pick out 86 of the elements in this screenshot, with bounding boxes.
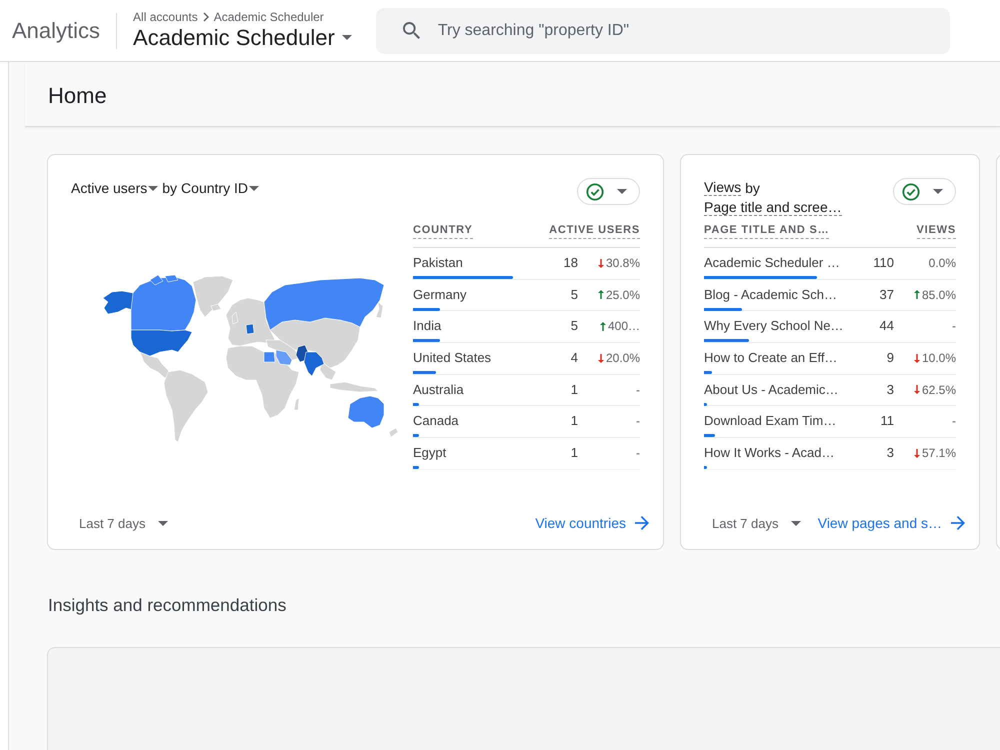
view-report-link[interactable]: View pages and s… — [818, 515, 965, 531]
caret-icon — [790, 520, 800, 526]
metric-label: Views — [704, 179, 742, 196]
table-cell: 5 — [570, 319, 578, 334]
caret-icon — [248, 186, 259, 190]
down-arrow-icon — [598, 354, 604, 363]
table-cell: 9 — [886, 351, 894, 366]
caret-icon — [342, 35, 352, 40]
title-connector: by — [162, 179, 178, 198]
caret-icon — [148, 186, 158, 190]
table-cell: 57.1% — [922, 446, 956, 460]
chevron-right-icon — [202, 12, 209, 22]
caret-icon — [158, 520, 168, 526]
table-cell: India — [413, 319, 442, 334]
page-title: Home — [48, 82, 107, 110]
table-cell: 10.0% — [922, 351, 956, 366]
table-cell: 62.5% — [922, 382, 956, 397]
table-cell: 0.0% — [928, 256, 956, 270]
date-range-dropdown[interactable]: Last 7 days — [704, 510, 808, 536]
search-icon — [402, 22, 420, 39]
table-cell: - — [952, 319, 956, 334]
column-header: COUNTRY — [413, 224, 473, 239]
table-cell: How It Works - Acad… — [704, 446, 835, 460]
table-cell: Pakistan — [413, 256, 463, 270]
table-cell: 1 — [570, 414, 578, 428]
table-cell: Canada — [413, 414, 459, 428]
column-header: VIEWS — [916, 224, 956, 239]
dimension-label: Page title and scree… — [704, 199, 842, 216]
down-arrow-icon — [914, 448, 920, 458]
table-cell: Download Exam Tim… — [704, 414, 836, 428]
table-cell: - — [636, 446, 640, 460]
table-cell: 18 — [564, 256, 578, 270]
arrow-right-icon — [635, 516, 649, 530]
table-cell: 3 — [886, 382, 894, 397]
dimension-dropdown[interactable]: Country ID — [181, 178, 259, 198]
table-cell: Why Every School Ne… — [704, 319, 844, 334]
property-selector[interactable]: Academic Scheduler — [133, 24, 352, 52]
table-cell: 3 — [886, 446, 894, 460]
table-cell: 1 — [570, 446, 578, 460]
table-cell: 11 — [880, 414, 894, 428]
table-cell: 25.0% — [606, 288, 640, 302]
up-arrow-icon — [600, 322, 606, 331]
table-cell: 110 — [873, 256, 894, 270]
table-cell: 4 — [570, 351, 578, 366]
title-connector: by — [745, 179, 760, 198]
caret-icon — [617, 189, 627, 194]
table-cell: United States — [413, 351, 492, 366]
check-circle-icon — [902, 182, 920, 200]
table-cell: 400… — [608, 319, 640, 334]
up-arrow-icon — [914, 290, 920, 300]
table-cell: - — [952, 414, 956, 428]
check-circle-icon — [586, 182, 604, 200]
table-cell: - — [636, 414, 640, 428]
table-cell: Blog - Academic Sch… — [704, 288, 837, 302]
table-cell: 5 — [570, 288, 578, 302]
down-arrow-icon — [598, 258, 604, 268]
product-name: Analytics — [12, 18, 100, 44]
table-cell: Germany — [413, 288, 466, 302]
caret-icon — [933, 189, 943, 194]
up-arrow-icon — [598, 290, 604, 300]
table-cell: 30.8% — [606, 256, 640, 270]
arrow-right-icon — [951, 516, 965, 530]
date-range-dropdown[interactable]: Last 7 days — [71, 510, 176, 536]
table-cell: 44 — [880, 319, 894, 334]
section-title: Insights and recommendations — [48, 595, 286, 615]
table-cell: 85.0% — [922, 288, 956, 302]
breadcrumb-link[interactable]: All accounts — [133, 10, 198, 24]
column-header: ACTIVE USERS — [549, 224, 640, 239]
table-cell: 20.0% — [606, 351, 640, 366]
breadcrumb-link[interactable]: Academic Scheduler — [214, 10, 324, 24]
table-cell: About Us - Academic… — [704, 382, 838, 397]
status-menu-button[interactable] — [577, 178, 640, 205]
table-cell: 37 — [880, 288, 894, 302]
view-report-link[interactable]: View countries — [535, 515, 649, 531]
down-arrow-icon — [914, 385, 920, 394]
metric-dropdown[interactable]: Active users — [71, 178, 158, 198]
down-arrow-icon — [914, 354, 920, 363]
table-cell: Australia — [413, 382, 464, 397]
table-cell: 1 — [570, 382, 578, 397]
table-cell: Academic Scheduler … — [704, 256, 840, 270]
table-cell: - — [636, 382, 640, 397]
column-header: PAGE TITLE AND S… — [704, 224, 830, 239]
search-field[interactable]: Try searching "property ID" — [376, 8, 950, 54]
status-menu-button[interactable] — [893, 178, 956, 205]
table-cell: How to Create an Eff… — [704, 351, 838, 366]
table-cell: Egypt — [413, 446, 446, 460]
